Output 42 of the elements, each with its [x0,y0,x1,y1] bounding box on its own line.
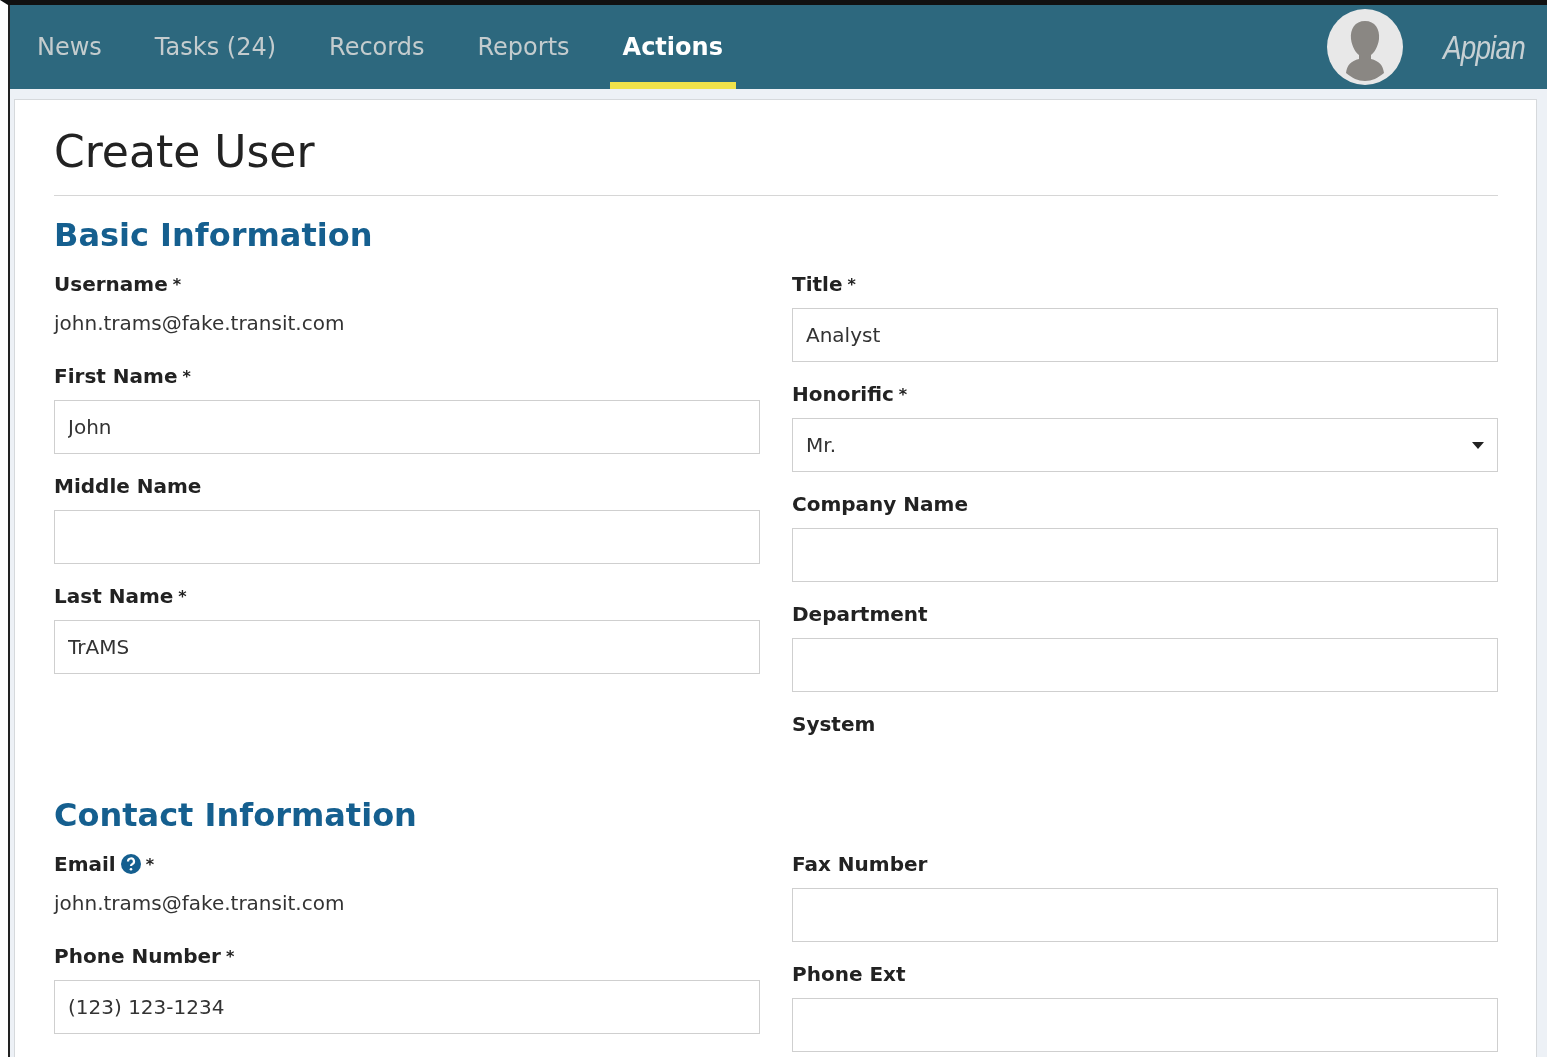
field-label: Last Name [54,584,174,608]
input-field[interactable] [792,528,1498,582]
field-label: Fax Number [792,852,928,876]
input-field[interactable] [792,888,1498,942]
caret-icon [1472,441,1484,449]
input-field[interactable] [792,638,1498,692]
field-label: System [792,712,876,736]
field-label: Phone Number [54,944,221,968]
field-label: Title [792,272,843,296]
dropdown-field[interactable]: Mr. [792,418,1498,472]
required-marker: * [225,946,235,966]
section-heading: Basic Information [54,216,374,254]
field-label: Phone Ext [792,962,906,986]
required-marker: * [847,274,856,294]
page-title: Create User [54,126,1498,196]
field-label: Honorific [792,382,894,406]
field-label: Department [792,602,928,626]
field-value: john.trams@fake.transit.com [54,310,346,337]
field-label: First Name [54,364,178,388]
input-field[interactable]: (123) 123-1234 [54,980,760,1034]
input-field[interactable] [792,998,1498,1052]
avatar-icon[interactable] [1327,9,1404,85]
nav-tab[interactable]: News [24,5,115,89]
required-marker: * [178,586,187,606]
required-marker: * [145,854,155,874]
field-label: Email [54,852,116,876]
help-icon[interactable] [120,854,141,874]
required-marker: * [898,384,908,404]
field-label: Company Name [792,492,968,516]
required-marker: * [172,274,182,294]
input-field[interactable] [54,510,760,564]
nav-tab[interactable]: Records [316,5,438,89]
input-field[interactable]: TrAMS [54,620,760,674]
field-label: Middle Name [54,474,202,498]
field-value: john.trams@fake.transit.com [54,890,346,917]
required-marker: * [182,366,191,386]
input-field[interactable]: Analyst [792,308,1498,362]
brand-logo: Appian [1443,27,1525,67]
nav-tab[interactable]: Reports [464,5,583,89]
nav-tab[interactable]: Tasks (24) [141,5,290,89]
section-heading: Contact Information [54,796,418,834]
field-label: Username [54,272,168,296]
